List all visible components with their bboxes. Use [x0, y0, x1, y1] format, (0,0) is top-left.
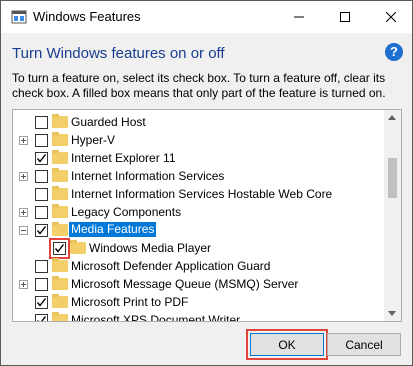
checkbox-highlight-box	[49, 238, 70, 259]
features-tree: Guarded Host Hyper-V Internet Explorer 11 I…	[12, 109, 402, 322]
folder-icon	[52, 222, 68, 236]
feature-checkbox[interactable]	[35, 170, 48, 183]
feature-row[interactable]: Microsoft XPS Document Writer	[13, 311, 385, 321]
vertical-scrollbar[interactable]	[384, 110, 401, 321]
folder-icon	[52, 312, 68, 321]
feature-checkbox[interactable]	[35, 134, 48, 147]
feature-label[interactable]: Internet Information Services Hostable W…	[71, 187, 332, 201]
feature-row[interactable]: Internet Explorer 11	[13, 149, 385, 167]
feature-checkbox[interactable]	[35, 206, 48, 219]
feature-label[interactable]: Legacy Components	[71, 205, 181, 219]
feature-label[interactable]: Guarded Host	[71, 115, 146, 129]
feature-label[interactable]: Hyper-V	[71, 133, 115, 147]
feature-row[interactable]: Internet Information Services Hostable W…	[13, 185, 385, 203]
feature-row[interactable]: Media Features	[13, 221, 385, 239]
feature-checkbox[interactable]	[35, 314, 48, 321]
folder-icon	[52, 276, 68, 290]
feature-label[interactable]: Media Features	[69, 222, 157, 237]
feature-row[interactable]: Microsoft Print to PDF	[13, 293, 385, 311]
feature-row[interactable]: Guarded Host	[13, 113, 385, 131]
folder-icon	[52, 186, 68, 200]
help-icon[interactable]: ?	[385, 43, 403, 61]
windows-features-dialog: Windows Features Turn Windows features o…	[0, 0, 413, 366]
folder-icon	[52, 258, 68, 272]
feature-row[interactable]: Hyper-V	[13, 131, 385, 149]
windows-features-icon	[11, 9, 27, 25]
feature-label[interactable]: Microsoft Print to PDF	[71, 295, 188, 309]
feature-row[interactable]: Microsoft Defender Application Guard	[13, 257, 385, 275]
feature-row[interactable]: Legacy Components	[13, 203, 385, 221]
feature-checkbox[interactable]	[35, 152, 48, 165]
feature-checkbox[interactable]	[35, 224, 48, 237]
folder-icon	[52, 150, 68, 164]
checkmark-icon	[36, 298, 47, 307]
page-title: Turn Windows features on or off	[12, 45, 225, 62]
folder-icon	[52, 294, 68, 308]
feature-label[interactable]: Internet Explorer 11	[71, 151, 176, 165]
cancel-button[interactable]: Cancel	[327, 333, 401, 356]
expand-icon[interactable]	[19, 280, 28, 289]
feature-checkbox[interactable]	[35, 188, 48, 201]
feature-label[interactable]: Microsoft Message Queue (MSMQ) Server	[71, 277, 298, 291]
minimize-button[interactable]	[276, 1, 322, 33]
expand-icon[interactable]	[19, 172, 28, 181]
expand-icon[interactable]	[19, 208, 28, 217]
feature-label[interactable]: Internet Information Services	[71, 169, 224, 183]
checkmark-icon	[36, 226, 47, 235]
feature-checkbox[interactable]	[35, 116, 48, 129]
folder-icon	[52, 168, 68, 182]
feature-label[interactable]: Microsoft Defender Application Guard	[71, 259, 270, 273]
feature-label[interactable]: Windows Media Player	[89, 241, 211, 255]
close-button[interactable]	[368, 1, 413, 33]
feature-checkbox[interactable]	[35, 296, 48, 309]
folder-icon	[70, 240, 86, 254]
feature-checkbox[interactable]	[35, 260, 48, 273]
feature-row[interactable]: Internet Information Services	[13, 167, 385, 185]
folder-icon	[52, 132, 68, 146]
scrollbar-thumb[interactable]	[388, 158, 397, 198]
feature-checkbox[interactable]	[35, 278, 48, 291]
description-text: To turn a feature on, select its check b…	[12, 71, 386, 100]
maximize-button[interactable]	[322, 1, 368, 33]
feature-label[interactable]: Microsoft XPS Document Writer	[71, 313, 240, 321]
checkmark-icon	[36, 316, 47, 321]
feature-row[interactable]: Microsoft Message Queue (MSMQ) Server	[13, 275, 385, 293]
collapse-icon[interactable]	[19, 226, 28, 235]
folder-icon	[52, 204, 68, 218]
expand-icon[interactable]	[19, 136, 28, 145]
scroll-down-icon[interactable]	[388, 311, 396, 316]
scroll-up-icon[interactable]	[388, 115, 396, 120]
close-icon	[386, 12, 396, 22]
title-bar: Windows Features	[1, 1, 412, 33]
folder-icon	[52, 114, 68, 128]
checkmark-icon	[36, 154, 47, 163]
ok-highlight-box	[246, 329, 328, 360]
window-title: Windows Features	[33, 9, 141, 24]
